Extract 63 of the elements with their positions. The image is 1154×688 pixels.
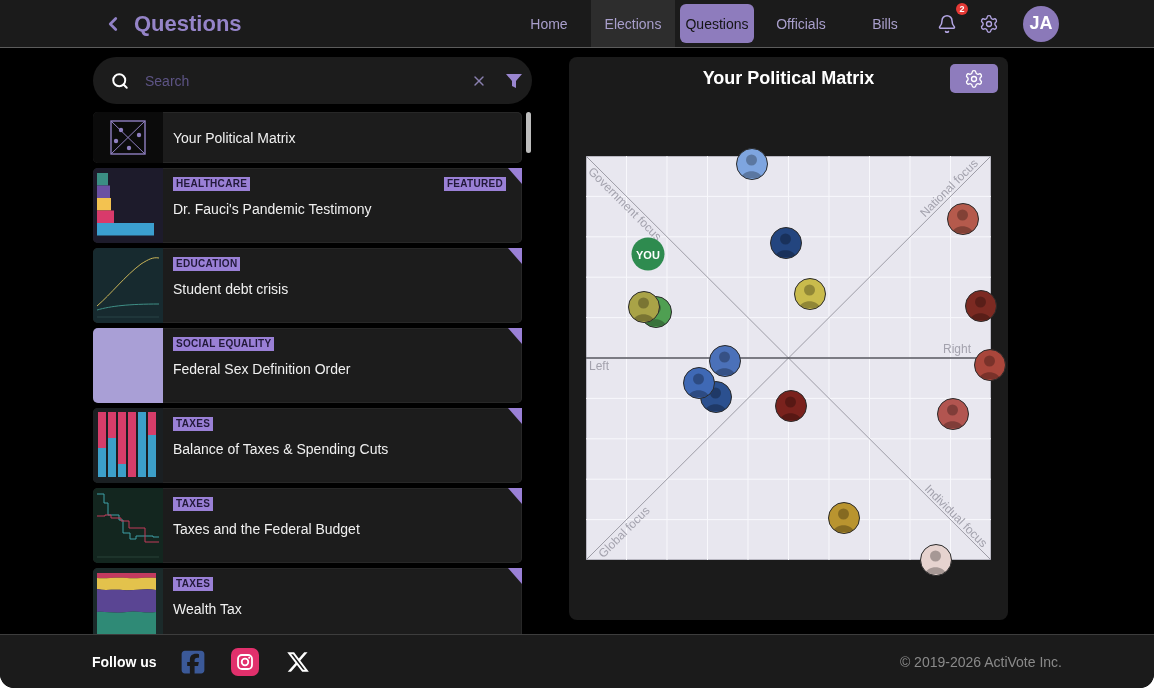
- settings-icon: [979, 13, 999, 34]
- search-input[interactable]: Search: [145, 68, 461, 93]
- card-title: Student debt crisis: [173, 280, 290, 298]
- panel-title: Your Political Matrix: [702, 68, 875, 89]
- instagram-link[interactable]: [230, 647, 259, 676]
- x-logo-icon: [285, 649, 310, 674]
- nav-tab[interactable]: Home: [507, 0, 591, 47]
- search-icon: [111, 71, 129, 90]
- card-title: Federal Sex Definition Order: [173, 360, 352, 378]
- notification-badge: 2: [956, 2, 968, 15]
- question-card[interactable]: HEALTHCARE Dr. Fauci's Pandemic Testimony FEATURED: [93, 168, 522, 243]
- axis-label: Right: [943, 342, 971, 356]
- chart-bar: [97, 198, 111, 211]
- category-tag: EDUCATION: [173, 257, 241, 271]
- question-card[interactable]: TAXES Taxes and the Federal Budget: [93, 488, 522, 563]
- matrix-icon: [110, 120, 146, 155]
- page-title: Questions: [134, 10, 242, 37]
- question-card[interactable]: EDUCATION Student debt crisis: [93, 248, 522, 323]
- user-avatar[interactable]: JA: [1023, 5, 1059, 42]
- chart-bar: [97, 173, 108, 186]
- filter-icon: [506, 72, 522, 89]
- bell-icon: [937, 13, 957, 34]
- nav-tab[interactable]: Questions: [680, 4, 754, 43]
- bar-segment: [128, 412, 136, 477]
- copyright-text: © 2019-2026 ActiVote Inc.: [899, 653, 1062, 670]
- settings-icon: [964, 68, 984, 89]
- corner-flag-icon: [508, 568, 522, 584]
- category-tag: HEALTHCARE: [173, 177, 251, 191]
- matrix-card[interactable]: Your Political Matrix: [93, 112, 522, 163]
- nav-tab[interactable]: Officials: [759, 0, 843, 47]
- corner-flag-icon: [508, 488, 522, 504]
- corner-flag-icon: [508, 168, 522, 184]
- category-tag: TAXES: [173, 417, 214, 431]
- x-link[interactable]: [285, 649, 310, 674]
- axis-label: Left: [589, 359, 609, 373]
- scrollbar-thumb[interactable]: [526, 112, 531, 153]
- nav-tab[interactable]: Elections: [591, 0, 675, 47]
- you-marker: YOU: [631, 237, 665, 271]
- facebook-icon: [179, 648, 206, 675]
- card-title: Dr. Fauci's Pandemic Testimony: [173, 200, 373, 218]
- search-field[interactable]: Search: [93, 57, 532, 104]
- question-card[interactable]: TAXES Balance of Taxes & Spending Cuts: [93, 408, 522, 483]
- card-title: Your Political Matrix: [173, 128, 297, 147]
- follow-label: Follow us: [92, 653, 157, 670]
- instagram-icon: [230, 647, 259, 676]
- category-tag: TAXES: [173, 577, 214, 591]
- question-card[interactable]: SOCIAL EQUALITY Federal Sex Definition Order: [93, 328, 522, 403]
- corner-flag-icon: [508, 328, 522, 344]
- featured-tag: FEATURED: [443, 177, 506, 191]
- corner-flag-icon: [508, 248, 522, 264]
- nav-tab[interactable]: Bills: [843, 0, 927, 47]
- card-title: Taxes and the Federal Budget: [173, 520, 361, 538]
- question-card[interactable]: TAXES Wealth Tax: [93, 568, 522, 634]
- settings-button[interactable]: [950, 64, 998, 93]
- corner-flag-icon: [508, 408, 522, 424]
- area-band: [97, 611, 156, 634]
- card-title: Wealth Tax: [173, 600, 243, 618]
- filter-button[interactable]: [506, 72, 522, 89]
- category-tag: SOCIAL EQUALITY: [173, 337, 275, 351]
- card-title: Balance of Taxes & Spending Cuts: [173, 440, 390, 458]
- bar-segment: [138, 412, 146, 477]
- category-tag: TAXES: [173, 497, 214, 511]
- facebook-link[interactable]: [179, 648, 206, 675]
